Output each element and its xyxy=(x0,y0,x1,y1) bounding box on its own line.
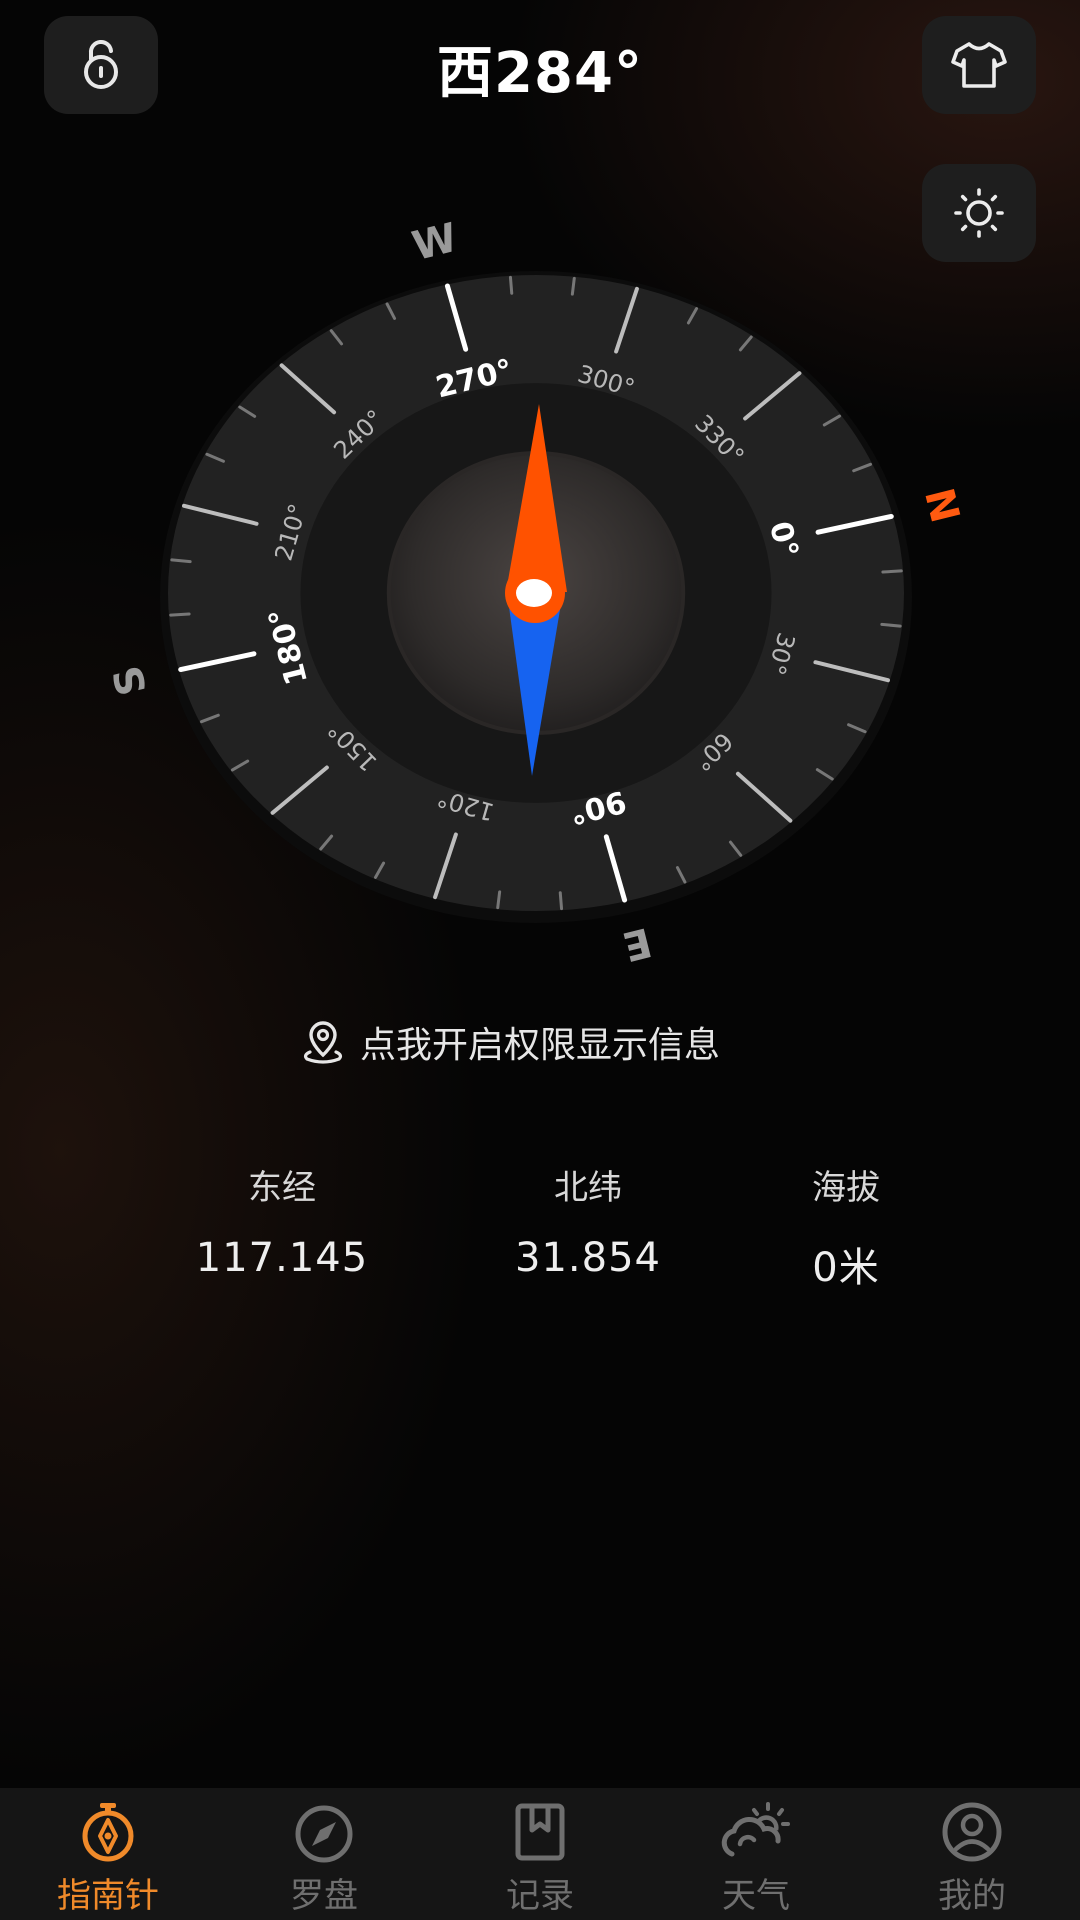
tab-label: 天气 xyxy=(722,1876,790,1916)
tab-label: 我的 xyxy=(938,1876,1006,1916)
needle-pivot xyxy=(516,579,552,607)
dial-tick xyxy=(570,276,576,296)
dial-tick xyxy=(508,275,514,295)
location-pin-icon xyxy=(303,1021,343,1064)
tab-weather[interactable]: 天气 xyxy=(648,1788,864,1920)
weather-icon xyxy=(721,1802,790,1857)
compass-dial: 0°30°60°90°120°150°180°210°240°270° 300°3… xyxy=(105,215,968,969)
tab-label: 指南针 xyxy=(57,1876,159,1916)
compass-pointer-icon xyxy=(82,1803,134,1862)
latitude-label: 北纬 xyxy=(554,1168,622,1208)
tab-label: 记录 xyxy=(506,1876,574,1916)
dial-tick xyxy=(881,569,903,574)
latitude-block: 北纬 31.854 xyxy=(458,1160,718,1281)
dial-tick xyxy=(496,890,502,910)
permission-prompt[interactable]: 点我开启权限显示信息 xyxy=(300,1012,720,1072)
dial-group: 0°30°60°90°120°150°180°210°240°270° 300°3… xyxy=(105,215,968,969)
cardinal-south-label: S xyxy=(105,661,157,700)
tab-compass-pointer[interactable]: 指南针 xyxy=(0,1788,216,1920)
tab-records[interactable]: 记录 xyxy=(432,1788,648,1920)
compass-icon xyxy=(295,1805,353,1863)
permission-text: 点我开启权限显示信息 xyxy=(360,1025,721,1066)
user-icon xyxy=(942,1802,1002,1862)
altitude-value: 0米 xyxy=(812,1245,880,1291)
longitude-label: 东经 xyxy=(248,1168,316,1208)
altitude-block: 海拔 0米 xyxy=(716,1160,976,1293)
dial-tick xyxy=(169,612,191,617)
longitude-value: 117.145 xyxy=(195,1235,369,1281)
bottom-tab-bar: 指南针 罗盘 记录 天气 我的 xyxy=(0,1788,1080,1920)
dial-tick xyxy=(558,891,564,911)
tab-mine[interactable]: 我的 xyxy=(864,1788,1080,1920)
dial-tick xyxy=(880,622,902,628)
cardinal-west-label: W xyxy=(408,215,462,270)
dial-tick xyxy=(170,558,192,564)
cardinal-north-label: N xyxy=(915,484,968,528)
tab-compass[interactable]: 罗盘 xyxy=(216,1788,432,1920)
compass-app: 西284° 0° 30° 60° 90° 120° 150° 180° 210°… xyxy=(0,0,1080,1920)
altitude-label: 海拔 xyxy=(812,1168,880,1208)
latitude-value: 31.854 xyxy=(515,1235,661,1281)
tab-label: 罗盘 xyxy=(290,1876,358,1916)
longitude-block: 东经 117.145 xyxy=(152,1160,412,1281)
cardinal-east-label: E xyxy=(618,918,656,969)
bookmark-icon xyxy=(515,1803,565,1861)
